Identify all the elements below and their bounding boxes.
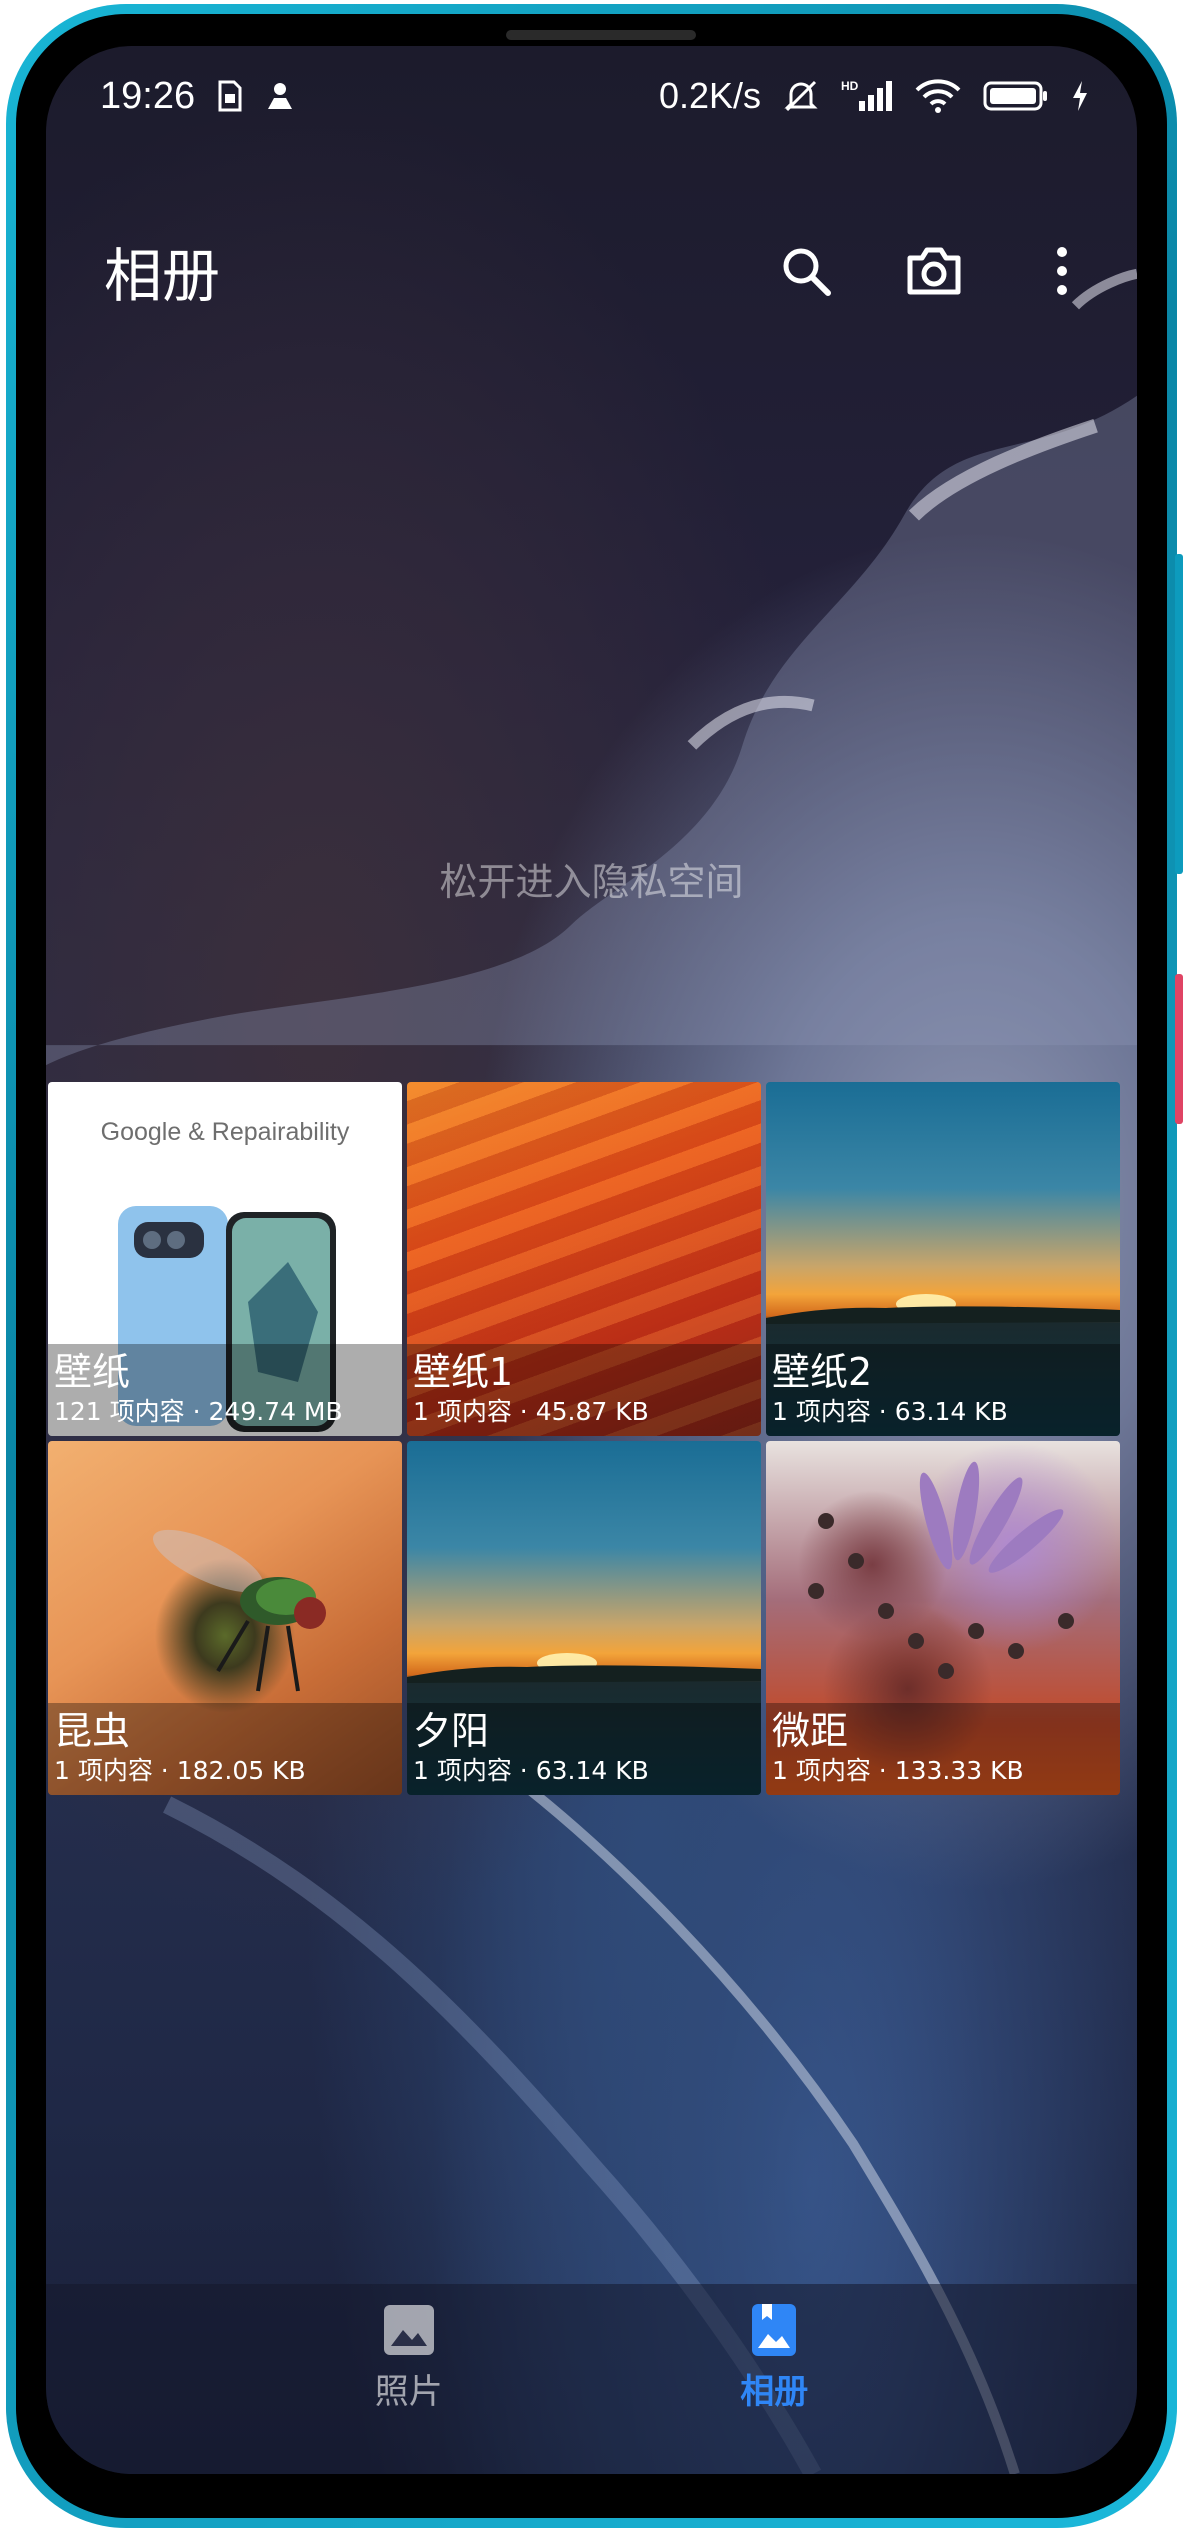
svg-text:HD: HD (841, 79, 859, 93)
search-icon (783, 248, 831, 296)
album-icon (752, 2304, 797, 2356)
more-icon (1057, 247, 1067, 295)
volume-button (1175, 554, 1183, 874)
earpiece (506, 30, 696, 40)
search-button[interactable] (771, 236, 841, 306)
album-name: 壁纸2 (772, 1350, 873, 1394)
album-tile-wallpaper2[interactable]: 壁纸2 1 项内容 · 63.14 KB (766, 1082, 1120, 1436)
album-name: 昆虫 (54, 1709, 131, 1753)
album-meta: 1 项内容 · 63.14 KB (413, 1756, 649, 1785)
page-title: 相册 (104, 242, 221, 310)
photo-icon (383, 2305, 434, 2355)
mute-icon (783, 78, 819, 114)
album-tile-wallpaper[interactable]: Google & Repairability 壁纸 121 项内容 · 249.… (48, 1082, 402, 1436)
status-time: 19:26 (100, 74, 196, 117)
nav-tab-albums[interactable]: 相册 (674, 2302, 874, 2474)
album-name: 壁纸 (54, 1350, 131, 1394)
album-tile-macro[interactable]: 微距 1 项内容 · 133.33 KB (766, 1441, 1120, 1795)
app-bar: 相册 (46, 226, 1137, 316)
battery-icon (983, 80, 1049, 112)
hd-signal-icon: HD (841, 79, 893, 113)
album-tile-insects[interactable]: 昆虫 1 项内容 · 182.05 KB (48, 1441, 402, 1795)
camera-button[interactable] (899, 236, 969, 306)
phone-bezel: 19:26 0.2K/s HD 相册 松开进入隐私空间 Google & Rep… (16, 14, 1183, 2518)
more-options-button[interactable] (1027, 236, 1097, 306)
album-meta: 1 项内容 · 182.05 KB (54, 1756, 306, 1785)
camera-icon (907, 247, 961, 295)
album-name: 微距 (772, 1709, 849, 1753)
album-meta: 1 项内容 · 133.33 KB (772, 1756, 1024, 1785)
album-meta: 121 项内容 · 249.74 MB (54, 1397, 343, 1426)
charging-icon (1071, 80, 1089, 112)
network-speed: 0.2K/s (658, 75, 761, 116)
status-bar: 19:26 0.2K/s HD (46, 46, 1137, 146)
bottom-nav: 照片 相册 (46, 2284, 1137, 2474)
album-name: 壁纸1 (413, 1350, 514, 1394)
nav-label: 照片 (374, 2372, 443, 2412)
album-meta: 1 项内容 · 45.87 KB (413, 1397, 649, 1426)
private-space-hint: 松开进入隐私空间 (439, 860, 744, 904)
power-button (1175, 974, 1183, 1124)
album-tile-wallpaper1[interactable]: 壁纸1 1 项内容 · 45.87 KB (407, 1082, 761, 1436)
nav-tab-photos[interactable]: 照片 (309, 2302, 509, 2474)
phone-frame: 19:26 0.2K/s HD 相册 松开进入隐私空间 Google & Rep… (6, 4, 1183, 2528)
album-name: 夕阳 (413, 1709, 490, 1753)
album-meta: 1 项内容 · 63.14 KB (772, 1397, 1008, 1426)
album-tile-sunset[interactable]: 夕阳 1 项内容 · 63.14 KB (407, 1441, 761, 1795)
wifi-icon (915, 78, 961, 114)
person-icon (265, 81, 295, 111)
screen: 19:26 0.2K/s HD 相册 松开进入隐私空间 Google & Rep… (46, 46, 1137, 2474)
sim-icon (217, 80, 243, 112)
nav-label: 相册 (740, 2372, 809, 2412)
album-grid: Google & Repairability 壁纸 121 项内容 · 249.… (48, 1082, 1120, 1795)
